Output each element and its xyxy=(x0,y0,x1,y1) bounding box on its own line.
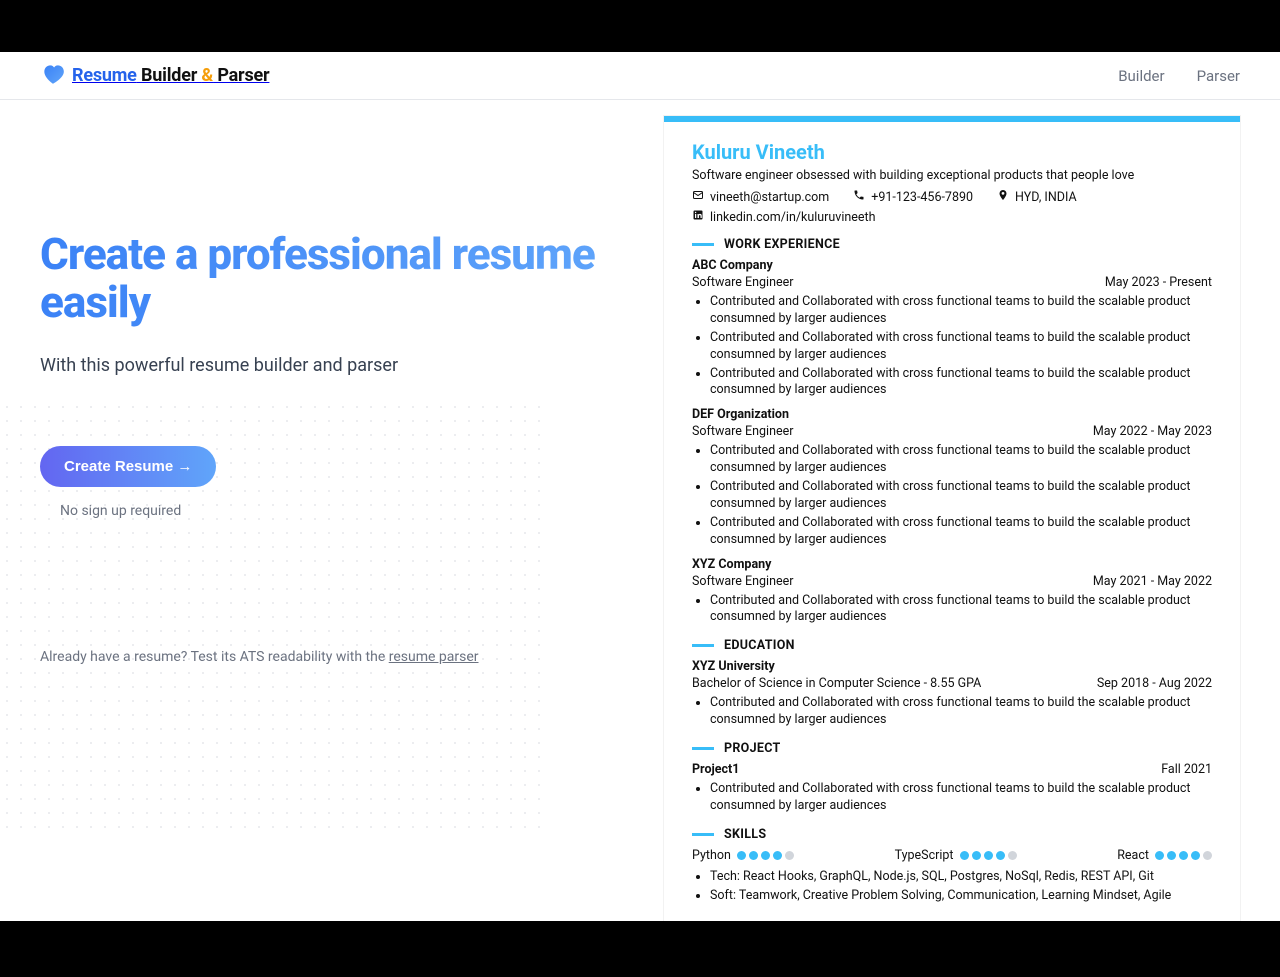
no-signup-text: No sign up required xyxy=(40,503,624,519)
skill-item: TypeScript xyxy=(895,848,1017,863)
phone-icon xyxy=(853,189,865,205)
hero-headline: Create a professional resume easily xyxy=(40,230,624,327)
skill-rating xyxy=(960,851,1017,860)
edu-dates: Sep 2018 - Aug 2022 xyxy=(1097,676,1212,691)
contact-linkedin: linkedin.com/in/kuluruvineeth xyxy=(692,209,876,225)
main-nav: Builder Parser xyxy=(1118,67,1240,85)
create-resume-button[interactable]: Create Resume → xyxy=(40,446,216,487)
skill-extra-line: Soft: Teamwork, Creative Problem Solving… xyxy=(710,888,1212,905)
edu-school: XYZ University xyxy=(692,659,775,674)
work-title: Software Engineer xyxy=(692,424,794,439)
work-bullet: Contributed and Collaborated with cross … xyxy=(710,330,1212,364)
skill-item: React xyxy=(1117,848,1212,863)
contact-email: vineeth@startup.com xyxy=(692,189,829,205)
work-company: ABC Company xyxy=(692,258,773,273)
skill-rating xyxy=(1155,851,1212,860)
contact-phone: +91-123-456-7890 xyxy=(853,189,973,205)
work-dates: May 2021 - May 2022 xyxy=(1093,574,1212,589)
letterbox-top xyxy=(0,0,1280,52)
resume-name: Kuluru Vineeth xyxy=(692,140,1212,164)
location-icon xyxy=(997,189,1009,205)
section-header-project: PROJECT xyxy=(692,741,1212,756)
edu-degree: Bachelor of Science in Computer Science … xyxy=(692,676,981,691)
hero-left: Create a professional resume easily With… xyxy=(40,100,664,665)
resume-summary: Software engineer obsessed with building… xyxy=(692,168,1212,183)
brand-link[interactable]: Resume Builder & Parser xyxy=(40,61,269,91)
work-bullet: Contributed and Collaborated with cross … xyxy=(710,294,1212,328)
work-bullet: Contributed and Collaborated with cross … xyxy=(710,443,1212,477)
resume-sheet: Kuluru Vineeth Software engineer obsesse… xyxy=(664,116,1240,921)
work-bullet: Contributed and Collaborated with cross … xyxy=(710,479,1212,513)
work-title: Software Engineer xyxy=(692,275,794,290)
letterbox-bottom xyxy=(0,921,1280,977)
contact-location: HYD, INDIA xyxy=(997,189,1077,205)
brand-text: Resume Builder & Parser xyxy=(72,65,269,86)
section-header-work: WORK EXPERIENCE xyxy=(692,237,1212,252)
resume-preview-pane: Kuluru Vineeth Software engineer obsesse… xyxy=(664,100,1240,921)
nav-builder[interactable]: Builder xyxy=(1118,67,1164,85)
work-dates: May 2022 - May 2023 xyxy=(1093,424,1212,439)
work-dates: May 2023 - Present xyxy=(1105,275,1212,290)
skill-extra-line: Tech: React Hooks, GraphQL, Node.js, SQL… xyxy=(710,869,1212,886)
heart-icon xyxy=(40,61,66,91)
envelope-icon xyxy=(692,189,704,205)
project-name: Project1 xyxy=(692,762,739,777)
project-dates: Fall 2021 xyxy=(1161,762,1212,777)
skill-rating xyxy=(737,851,794,860)
linkedin-icon xyxy=(692,209,704,225)
bullet: Contributed and Collaborated with cross … xyxy=(710,781,1212,815)
work-title: Software Engineer xyxy=(692,574,794,589)
bullet: Contributed and Collaborated with cross … xyxy=(710,695,1212,729)
hero-subhead: With this powerful resume builder and pa… xyxy=(40,355,624,376)
work-company: XYZ Company xyxy=(692,557,771,572)
work-bullet: Contributed and Collaborated with cross … xyxy=(710,366,1212,400)
already-text: Already have a resume? Test its ATS read… xyxy=(40,649,624,665)
section-header-skills: SKILLS xyxy=(692,827,1212,842)
work-company: DEF Organization xyxy=(692,407,789,422)
work-bullet: Contributed and Collaborated with cross … xyxy=(710,515,1212,549)
topbar: Resume Builder & Parser Builder Parser xyxy=(0,52,1280,100)
resume-parser-link[interactable]: resume parser xyxy=(389,649,479,665)
work-bullet: Contributed and Collaborated with cross … xyxy=(710,593,1212,627)
skill-item: Python xyxy=(692,848,794,863)
nav-parser[interactable]: Parser xyxy=(1197,67,1240,85)
section-header-education: EDUCATION xyxy=(692,638,1212,653)
